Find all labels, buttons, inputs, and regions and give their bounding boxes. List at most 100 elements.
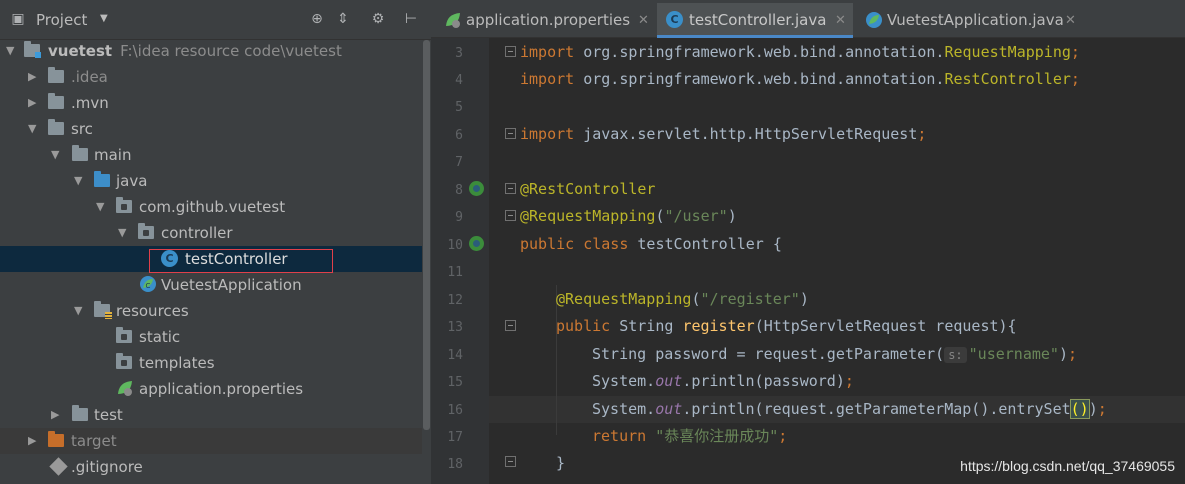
tab-application-properties[interactable]: application.properties ✕ bbox=[441, 3, 656, 38]
scrollbar-thumb[interactable] bbox=[423, 40, 430, 430]
tree-item-target[interactable]: ▶ target bbox=[0, 428, 431, 454]
project-scrollbar[interactable] bbox=[422, 40, 431, 484]
spring-boot-class-icon: C bbox=[140, 276, 156, 292]
tree-item-package[interactable]: ▼ com.github.vuetest bbox=[0, 194, 431, 220]
tab-label: VuetestApplication.java bbox=[887, 11, 1064, 29]
code-line: @RestController bbox=[520, 180, 656, 198]
tree-item-controller[interactable]: ▼ controller bbox=[0, 220, 431, 246]
svg-text:C: C bbox=[146, 282, 151, 290]
tree-item-gitignore[interactable]: .gitignore bbox=[0, 454, 431, 480]
tab-vuetestapplication[interactable]: VuetestApplication.java ✕ bbox=[859, 3, 1085, 38]
line-number: 3 bbox=[455, 46, 463, 61]
class-icon: C bbox=[666, 11, 683, 28]
tree-item-vuetest[interactable]: ▼ vuetest F:\idea resource code\vuetest bbox=[0, 38, 431, 64]
expand-arrow-icon[interactable]: ▼ bbox=[118, 220, 130, 246]
collapse-all-icon[interactable]: ⇕ bbox=[335, 11, 351, 27]
watermark: https://blog.csdn.net/qq_37469055 bbox=[960, 458, 1175, 474]
code-line: public String register(HttpServletReques… bbox=[556, 317, 1017, 335]
package-icon bbox=[138, 223, 154, 239]
tree-item-label: vuetest F:\idea resource code\vuetest bbox=[48, 42, 342, 60]
expand-arrow-icon[interactable]: ▼ bbox=[74, 298, 86, 324]
line-number: 13 bbox=[447, 320, 463, 335]
source-folder-icon bbox=[94, 171, 110, 187]
folder-icon bbox=[116, 327, 132, 343]
line-number: 4 bbox=[455, 73, 463, 88]
folder-icon bbox=[72, 405, 88, 421]
editor-panel: application.properties ✕ C testControlle… bbox=[431, 0, 1185, 484]
ide-window: ▣ Project ▼ ⊕ ⇕ ⚙ ⊢ ▼ vuetest F:\idea res… bbox=[0, 0, 1185, 484]
hide-panel-icon[interactable]: ⊢ bbox=[403, 11, 419, 27]
line-number: 5 bbox=[455, 100, 463, 115]
tree-item-label: .idea bbox=[71, 68, 108, 86]
spring-bean-gutter-icon[interactable] bbox=[469, 236, 484, 251]
tab-label: application.properties bbox=[466, 11, 631, 29]
tree-item-main[interactable]: ▼ main bbox=[0, 142, 431, 168]
line-number: 11 bbox=[447, 265, 463, 280]
folder-icon bbox=[48, 67, 64, 83]
tree-item-vuetestapplication[interactable]: C VuetestApplication bbox=[0, 272, 431, 298]
git-file-icon bbox=[49, 457, 68, 476]
tree-item-label: VuetestApplication bbox=[161, 276, 302, 294]
tab-label: testController.java bbox=[689, 11, 827, 29]
collapsed-arrow-icon[interactable]: ▶ bbox=[28, 428, 40, 454]
tree-item-test[interactable]: ▶ test bbox=[0, 402, 431, 428]
line-number: 6 bbox=[455, 128, 463, 143]
expand-arrow-icon[interactable]: ▼ bbox=[74, 168, 86, 194]
line-number: 18 bbox=[447, 457, 463, 472]
tree-item-application-properties[interactable]: application.properties bbox=[0, 376, 431, 402]
line-number: 9 bbox=[455, 210, 463, 225]
project-title[interactable]: Project bbox=[36, 11, 87, 29]
close-icon[interactable]: ✕ bbox=[835, 3, 846, 38]
line-number: 8 bbox=[455, 183, 463, 198]
line-number: 12 bbox=[447, 293, 463, 308]
tree-item-label: controller bbox=[161, 224, 233, 242]
expand-arrow-icon[interactable]: ▼ bbox=[6, 38, 18, 64]
tree-item-label: .mvn bbox=[71, 94, 109, 112]
code-line: return "恭喜你注册成功"; bbox=[592, 427, 788, 445]
collapsed-arrow-icon[interactable]: ▶ bbox=[28, 64, 40, 90]
code-line: @RequestMapping("/user") bbox=[520, 207, 737, 225]
tree-item-label: test bbox=[94, 406, 123, 424]
folder-icon bbox=[48, 119, 64, 135]
collapsed-arrow-icon[interactable]: ▶ bbox=[28, 90, 40, 116]
tree-item-static[interactable]: static bbox=[0, 324, 431, 350]
tree-item-java[interactable]: ▼ java bbox=[0, 168, 431, 194]
collapsed-arrow-icon[interactable]: ▶ bbox=[51, 402, 63, 428]
tree-item-templates[interactable]: templates bbox=[0, 350, 431, 376]
tree-item-label: main bbox=[94, 146, 132, 164]
module-folder-icon bbox=[24, 41, 41, 58]
resources-folder-icon bbox=[94, 301, 112, 319]
spring-bean-gutter-icon[interactable] bbox=[469, 181, 484, 196]
chevron-down-icon[interactable]: ▼ bbox=[100, 13, 108, 24]
tree-item-label: src bbox=[71, 120, 93, 138]
folder-icon bbox=[116, 353, 132, 369]
expand-arrow-icon[interactable]: ▼ bbox=[96, 194, 108, 220]
line-number: 17 bbox=[447, 430, 463, 445]
project-panel-header: ▣ Project ▼ ⊕ ⇕ ⚙ ⊢ bbox=[0, 0, 431, 40]
gear-icon[interactable]: ⚙ bbox=[370, 11, 386, 27]
selection-highlight-box bbox=[149, 249, 333, 273]
project-view-icon: ▣ bbox=[11, 11, 25, 27]
tree-item-idea[interactable]: ▶ .idea bbox=[0, 64, 431, 90]
code-line: import javax.servlet.http.HttpServletReq… bbox=[520, 125, 927, 143]
tree-item-mvn[interactable]: ▶ .mvn bbox=[0, 90, 431, 116]
line-number: 7 bbox=[455, 155, 463, 170]
package-icon bbox=[116, 197, 132, 213]
code-area[interactable]: import org.springframework.web.bind.anno… bbox=[489, 38, 1185, 484]
editor-gutter: 3 4 5 6 7 8 9 10 11 12 13 14 15 16 17 18 bbox=[431, 38, 516, 484]
tree-item-resources[interactable]: ▼ resources bbox=[0, 298, 431, 324]
expand-arrow-icon[interactable]: ▼ bbox=[51, 142, 63, 168]
locate-icon[interactable]: ⊕ bbox=[309, 11, 325, 27]
excluded-folder-icon bbox=[48, 431, 64, 447]
folder-icon bbox=[48, 93, 64, 109]
spring-properties-icon bbox=[446, 13, 460, 28]
tree-item-label: target bbox=[71, 432, 117, 450]
expand-arrow-icon[interactable]: ▼ bbox=[28, 116, 40, 142]
tab-testcontroller[interactable]: C testController.java ✕ bbox=[657, 3, 853, 38]
line-number: 14 bbox=[447, 348, 463, 363]
tree-item-label: templates bbox=[139, 354, 215, 372]
code-line: import org.springframework.web.bind.anno… bbox=[520, 43, 1080, 61]
close-icon[interactable]: ✕ bbox=[638, 3, 649, 38]
close-icon[interactable]: ✕ bbox=[1065, 3, 1076, 38]
tree-item-src[interactable]: ▼ src bbox=[0, 116, 431, 142]
